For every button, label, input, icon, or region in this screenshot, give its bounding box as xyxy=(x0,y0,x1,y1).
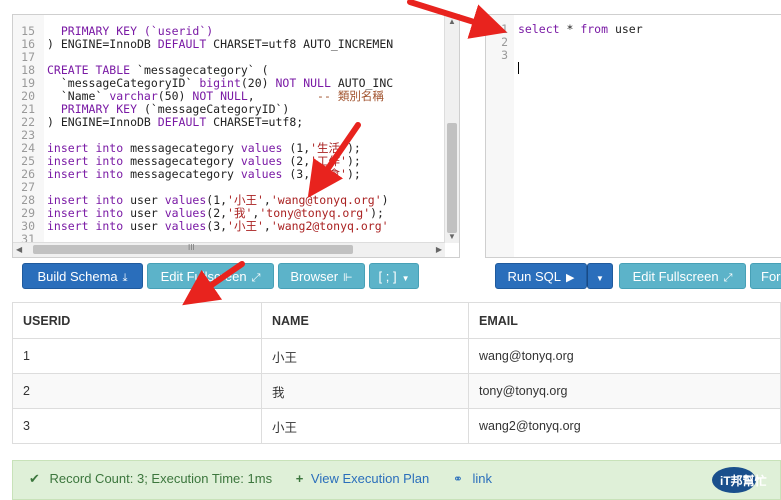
delimiter-dropdown[interactable]: [ ; ] ▼ xyxy=(369,263,419,289)
code-text: CREATE TABLE `messagecategory` ( xyxy=(47,63,269,77)
code-text: `Name` varchar(50) NOT NULL, -- 類別名稱 xyxy=(47,89,384,103)
cell-name: 小王 xyxy=(261,338,469,374)
column-header-email: EMAIL xyxy=(468,302,781,339)
code-text: PRIMARY KEY (`userid`) xyxy=(47,24,214,38)
ithome-watermark-logo: iT邦幫忙 xyxy=(710,463,778,495)
query-code-line: 3 xyxy=(486,49,518,62)
code-text: insert into messagecategory values (2,'工… xyxy=(47,154,361,168)
schema-vertical-scrollbar[interactable]: ▲ ▼ xyxy=(444,15,459,243)
code-text: insert into user values(1,'小王','wang@ton… xyxy=(47,193,389,207)
schema-vertical-scroll-thumb[interactable] xyxy=(447,123,457,233)
run-sql-label: Run SQL xyxy=(507,269,561,284)
permalink-link[interactable]: link xyxy=(473,471,493,486)
code-text: insert into user values(2,'我','tony@tony… xyxy=(47,206,384,220)
cell-email: wang@tonyq.org xyxy=(468,338,781,374)
text-cursor xyxy=(518,62,519,74)
scroll-down-icon[interactable]: ▼ xyxy=(448,230,456,244)
delimiter-label: [ ; ] xyxy=(378,269,397,284)
schema-code-line: 22) ENGINE=InnoDB DEFAULT CHARSET=utf8; xyxy=(13,116,303,129)
execution-status-bar: ✔ Record Count: 3; Execution Time: 1ms +… xyxy=(12,460,781,500)
link-icon: ⚭ xyxy=(452,472,463,486)
code-text: insert into user values(3,'小王','wang2@to… xyxy=(47,219,389,233)
edit-fullscreen-right-button[interactable]: Edit Fullscreen ⤢ xyxy=(619,263,746,289)
schema-horizontal-scrollbar[interactable]: ◀ III ▶ xyxy=(13,242,445,257)
query-code-line: 1 select * from user xyxy=(486,23,643,36)
results-header-row: USERID NAME EMAIL xyxy=(12,302,781,339)
expand-icon: ⤢ xyxy=(723,272,733,284)
scroll-up-icon[interactable]: ▲ xyxy=(448,15,456,29)
code-text: ) ENGINE=InnoDB DEFAULT CHARSET=utf8; xyxy=(47,115,304,129)
build-schema-button[interactable]: Build Schema ⤓ xyxy=(22,263,143,289)
results-table: USERID NAME EMAIL 1 小王 wang@tonyq.org 2 … xyxy=(12,302,781,444)
column-header-name: NAME xyxy=(261,302,469,339)
line-number: 3 xyxy=(501,48,508,62)
schema-code-line: 26 insert into messagecategory values (3,… xyxy=(13,168,361,181)
browser-button[interactable]: Browser ⊩ xyxy=(278,263,365,289)
cell-email: tony@tonyq.org xyxy=(468,373,781,409)
query-editor[interactable]: 1 select * from user 2 3 xyxy=(485,14,781,258)
run-sql-options-dropdown[interactable]: ▼ xyxy=(587,263,613,289)
schema-editor[interactable]: 15 PRIMARY KEY (`userid`) 16) ENGINE=Inno… xyxy=(12,14,460,258)
schema-code-line: 16) ENGINE=InnoDB DEFAULT CHARSET=utf8 A… xyxy=(13,38,393,51)
scroll-right-icon[interactable]: ▶ xyxy=(436,243,442,257)
record-count-text: Record Count: 3; Execution Time: 1ms xyxy=(49,471,273,486)
checkmark-icon: ✔ xyxy=(29,471,40,486)
cell-email: wang2@tonyq.org xyxy=(468,408,781,444)
svg-text:iT邦幫忙: iT邦幫忙 xyxy=(720,473,767,488)
view-execution-plan-link[interactable]: View Execution Plan xyxy=(311,471,429,486)
browser-label: Browser xyxy=(290,269,339,284)
schema-code-line: 30 insert into user values(3,'小王','wang2@… xyxy=(13,219,389,233)
edit-fullscreen-left-button[interactable]: Edit Fullscreen ⤢ xyxy=(147,263,274,289)
table-row: 2 我 tony@tonyq.org xyxy=(12,373,781,409)
expand-icon: ⤢ xyxy=(251,272,261,284)
plus-icon: + xyxy=(295,471,304,486)
cell-userid: 2 xyxy=(12,373,262,409)
cell-name: 我 xyxy=(261,373,469,409)
format-label: For xyxy=(761,269,781,284)
schema-horizontal-scroll-thumb[interactable]: III xyxy=(33,243,353,254)
column-header-userid: USERID xyxy=(12,302,262,339)
cell-name: 小王 xyxy=(261,408,469,444)
caret-down-icon: ▼ xyxy=(596,274,604,283)
play-icon: ▶ xyxy=(566,272,575,284)
tree-icon: ⊩ xyxy=(343,272,353,284)
cell-userid: 1 xyxy=(12,338,262,374)
build-schema-label: Build Schema xyxy=(37,269,118,284)
code-text: PRIMARY KEY (`messageCategoryID`) xyxy=(47,102,290,116)
scroll-left-icon[interactable]: ◀ xyxy=(16,243,22,257)
run-sql-button[interactable]: Run SQL ▶ xyxy=(495,263,587,289)
code-text: ) ENGINE=InnoDB DEFAULT CHARSET=utf8 AUT… xyxy=(47,37,394,51)
code-text: select * from user xyxy=(518,22,643,36)
code-text: insert into messagecategory values (1,'生… xyxy=(47,141,361,155)
edit-fullscreen-left-label: Edit Fullscreen xyxy=(160,269,247,284)
code-text: insert into messagecategory values (3,'聚… xyxy=(47,167,361,181)
download-icon: ⤓ xyxy=(122,272,128,284)
edit-fullscreen-right-label: Edit Fullscreen xyxy=(632,269,719,284)
caret-down-icon: ▼ xyxy=(401,274,410,283)
cell-userid: 3 xyxy=(12,408,262,444)
grip-icon: III xyxy=(188,243,195,252)
table-row: 1 小王 wang@tonyq.org xyxy=(12,338,781,374)
table-row: 3 小王 wang2@tonyq.org xyxy=(12,408,781,444)
code-text: `messageCategoryID` bigint(20) NOT NULL … xyxy=(47,76,394,90)
format-button[interactable]: For xyxy=(750,263,781,289)
